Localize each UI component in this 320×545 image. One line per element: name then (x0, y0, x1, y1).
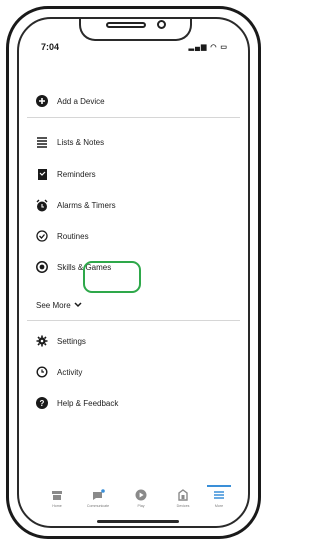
front-camera (157, 20, 166, 29)
menu-item-help-feedback[interactable]: ? Help & Feedback (35, 393, 118, 413)
menu-label: Activity (57, 367, 83, 377)
tab-label: More (214, 504, 224, 508)
status-icons: ▂▄▆ ◠ ▭ (189, 43, 228, 51)
menu-label: Lists & Notes (57, 137, 105, 147)
menu-item-lists-notes[interactable]: Lists & Notes (35, 132, 104, 152)
wifi-icon: ◠ (210, 44, 218, 51)
gear-icon (35, 334, 49, 348)
skills-target-icon (35, 260, 49, 274)
help-question-icon: ? (35, 396, 49, 410)
chat-bubble-icon (78, 488, 118, 502)
reminder-clipboard-icon (35, 167, 49, 181)
play-icon (121, 488, 161, 502)
home-indicator[interactable] (97, 520, 179, 523)
menu-item-activity[interactable]: Activity (35, 362, 82, 382)
signal-icon: ▂▄▆ (188, 44, 208, 51)
skills-games-highlight (83, 261, 141, 293)
menu-label: Add a Device (57, 96, 105, 106)
tab-play[interactable]: Play (121, 488, 161, 508)
phone-frame: 7:04 ▂▄▆ ◠ ▭ Add a Device Lists & Notes (6, 6, 261, 539)
phone-notch (79, 19, 192, 41)
menu-item-alarms-timers[interactable]: Alarms & Timers (35, 195, 116, 215)
menu-label: Reminders (57, 169, 96, 179)
speaker-grille (106, 22, 146, 28)
tab-home[interactable]: Home (37, 488, 77, 508)
phone-screen: 7:04 ▂▄▆ ◠ ▭ Add a Device Lists & Notes (17, 17, 250, 528)
see-more-toggle[interactable]: See More (36, 301, 82, 310)
svg-text:?: ? (40, 399, 45, 408)
alarm-clock-icon (35, 198, 49, 212)
activity-history-icon (35, 365, 49, 379)
battery-icon: ▭ (220, 44, 228, 51)
menu-item-reminders[interactable]: Reminders (35, 164, 96, 184)
list-icon (35, 135, 49, 149)
menu-icon (199, 488, 239, 502)
menu-label: Alarms & Timers (57, 200, 116, 210)
menu-label: Help & Feedback (57, 398, 119, 408)
tab-label: Devices (176, 504, 190, 508)
see-more-label: See More (36, 301, 71, 310)
tab-communicate[interactable]: Communicate (78, 488, 118, 508)
menu-label: Settings (57, 336, 86, 346)
tab-label: Communicate (86, 504, 110, 508)
tab-devices[interactable]: Devices (163, 488, 203, 508)
add-circle-icon (35, 94, 49, 108)
chevron-down-icon (74, 301, 82, 310)
tab-label: Play (137, 504, 145, 508)
menu-label: Routines (57, 231, 89, 241)
tab-more[interactable]: More (199, 488, 239, 508)
devices-icon (163, 488, 203, 502)
status-time: 7:04 (41, 42, 60, 52)
menu-item-routines[interactable]: Routines (35, 226, 89, 246)
routines-check-icon (35, 229, 49, 243)
menu-item-add-device[interactable]: Add a Device (35, 91, 105, 111)
divider (27, 117, 240, 118)
home-icon (37, 488, 77, 502)
tab-label: Home (52, 504, 62, 508)
active-tab-indicator (207, 485, 231, 487)
divider (27, 320, 240, 321)
menu-item-settings[interactable]: Settings (35, 331, 86, 351)
